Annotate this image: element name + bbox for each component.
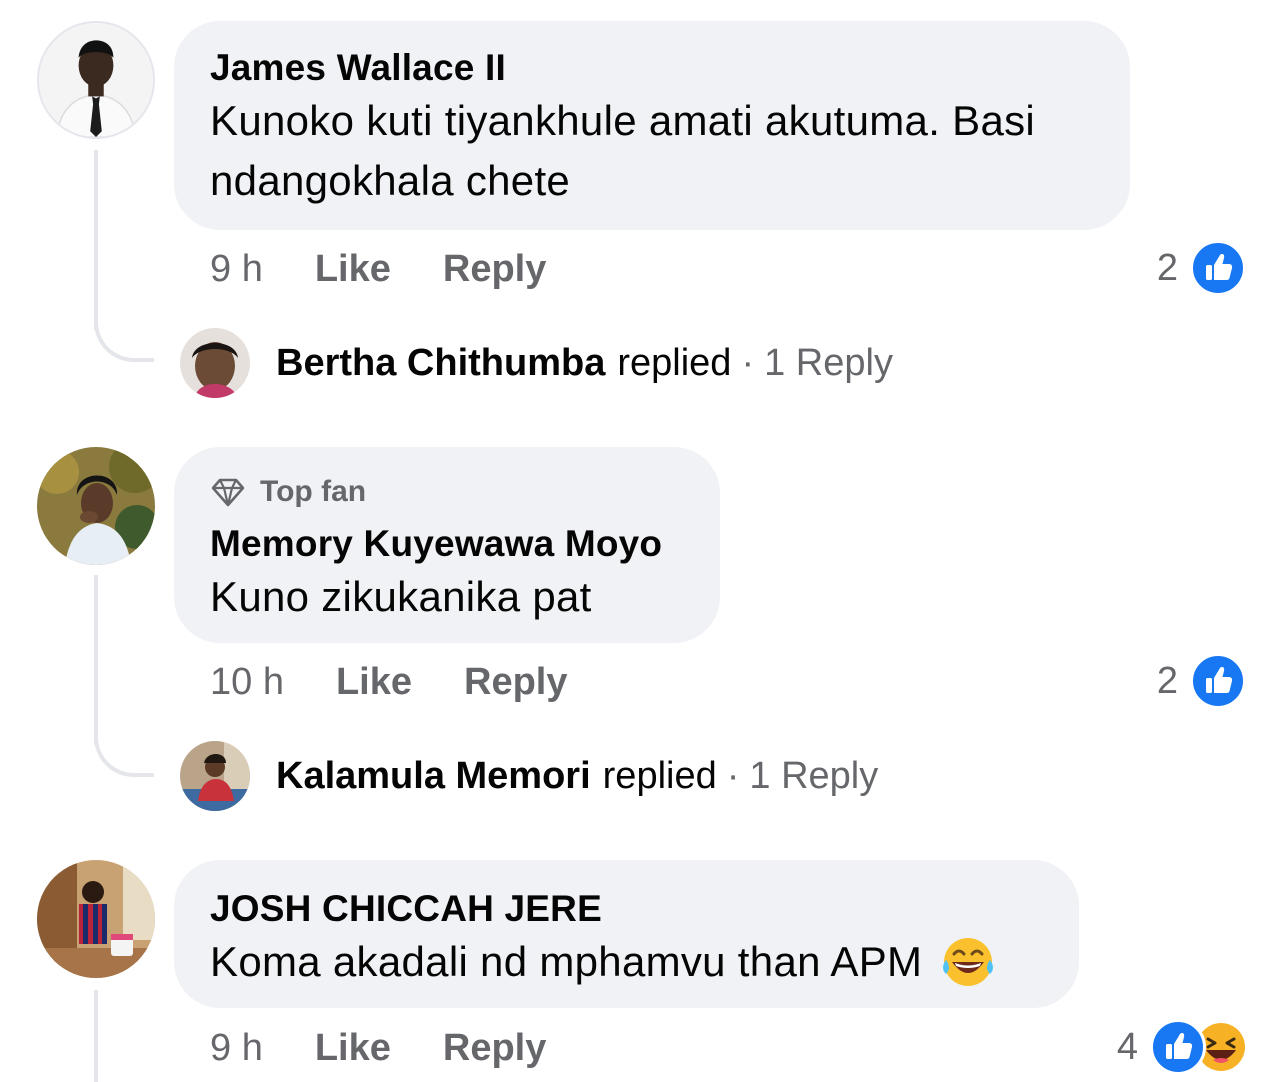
reaction-count: 2: [1156, 659, 1178, 702]
comment-author[interactable]: James Wallace II: [210, 45, 1094, 91]
laughing-tears-emoji: [940, 934, 996, 990]
comment-actions: 9 h Like Reply: [210, 246, 598, 292]
comment-timestamp[interactable]: 9 h: [210, 248, 263, 291]
thread-elbow-2: [94, 715, 154, 777]
reply-author[interactable]: Kalamula Memori: [276, 755, 591, 798]
like-button[interactable]: Like: [315, 248, 391, 291]
comment-text-content: Koma akadali nd mphamvu than APM: [210, 938, 923, 985]
avatar[interactable]: [180, 328, 250, 398]
comment-author[interactable]: JOSH CHICCAH JERE: [210, 886, 1043, 932]
comment-bubble: JOSH CHICCAH JERE Koma akadali nd mphamv…: [174, 860, 1079, 1008]
avatar[interactable]: [37, 447, 155, 565]
view-replies-link[interactable]: 1 Reply: [749, 755, 878, 798]
reaction-summary[interactable]: 2: [1157, 240, 1246, 296]
diamond-icon: [211, 478, 245, 507]
comment-bubble: Top fan Memory Kuyewawa Moyo Kuno zikuka…: [174, 447, 720, 643]
comment-timestamp[interactable]: 9 h: [210, 1027, 263, 1070]
comment-text: Koma akadali nd mphamvu than APM: [210, 932, 1043, 992]
reaction-count: 2: [1156, 246, 1178, 289]
separator-dot: ·: [726, 754, 740, 797]
avatar[interactable]: [180, 741, 250, 811]
view-replies-link[interactable]: 1 Reply: [764, 342, 893, 385]
thread-line-3: [94, 990, 98, 1082]
reply-author[interactable]: Bertha Chithumba: [276, 342, 605, 385]
like-button[interactable]: Like: [315, 1027, 391, 1070]
comment-timestamp[interactable]: 10 h: [210, 661, 284, 704]
top-fan-label: Top fan: [260, 475, 367, 508]
reply-verb: replied: [602, 754, 717, 797]
comment-author[interactable]: Memory Kuyewawa Moyo: [210, 521, 684, 567]
comment-actions: 9 h Like Reply: [210, 1025, 598, 1071]
comment-actions: 10 h Like Reply: [210, 659, 620, 705]
avatar[interactable]: [37, 21, 155, 139]
reaction-summary[interactable]: 4: [1117, 1019, 1246, 1075]
thread-elbow-1: [94, 300, 154, 362]
like-icon: [1150, 1019, 1206, 1075]
reply-button[interactable]: Reply: [443, 248, 546, 291]
like-icon: [1190, 653, 1246, 709]
comment-text: Kunoko kuti tiyankhule amati akutuma. Ba…: [210, 97, 1036, 204]
reaction-count: 4: [1116, 1025, 1138, 1068]
reply-button[interactable]: Reply: [443, 1027, 546, 1070]
top-fan-badge[interactable]: Top fan: [210, 473, 684, 511]
comment-text: Kuno zikukanika pat: [210, 573, 592, 620]
comment-bubble: James Wallace II Kunoko kuti tiyankhule …: [174, 21, 1130, 230]
reply-summary[interactable]: Bertha Chithumba replied · 1 Reply: [276, 340, 893, 386]
like-icon: [1190, 240, 1246, 296]
reply-summary[interactable]: Kalamula Memori replied · 1 Reply: [276, 753, 878, 799]
separator-dot: ·: [741, 341, 755, 384]
like-button[interactable]: Like: [336, 661, 412, 704]
reply-verb: replied: [617, 341, 732, 384]
reply-button[interactable]: Reply: [464, 661, 567, 704]
avatar[interactable]: [37, 860, 155, 978]
reaction-summary[interactable]: 2: [1157, 653, 1246, 709]
